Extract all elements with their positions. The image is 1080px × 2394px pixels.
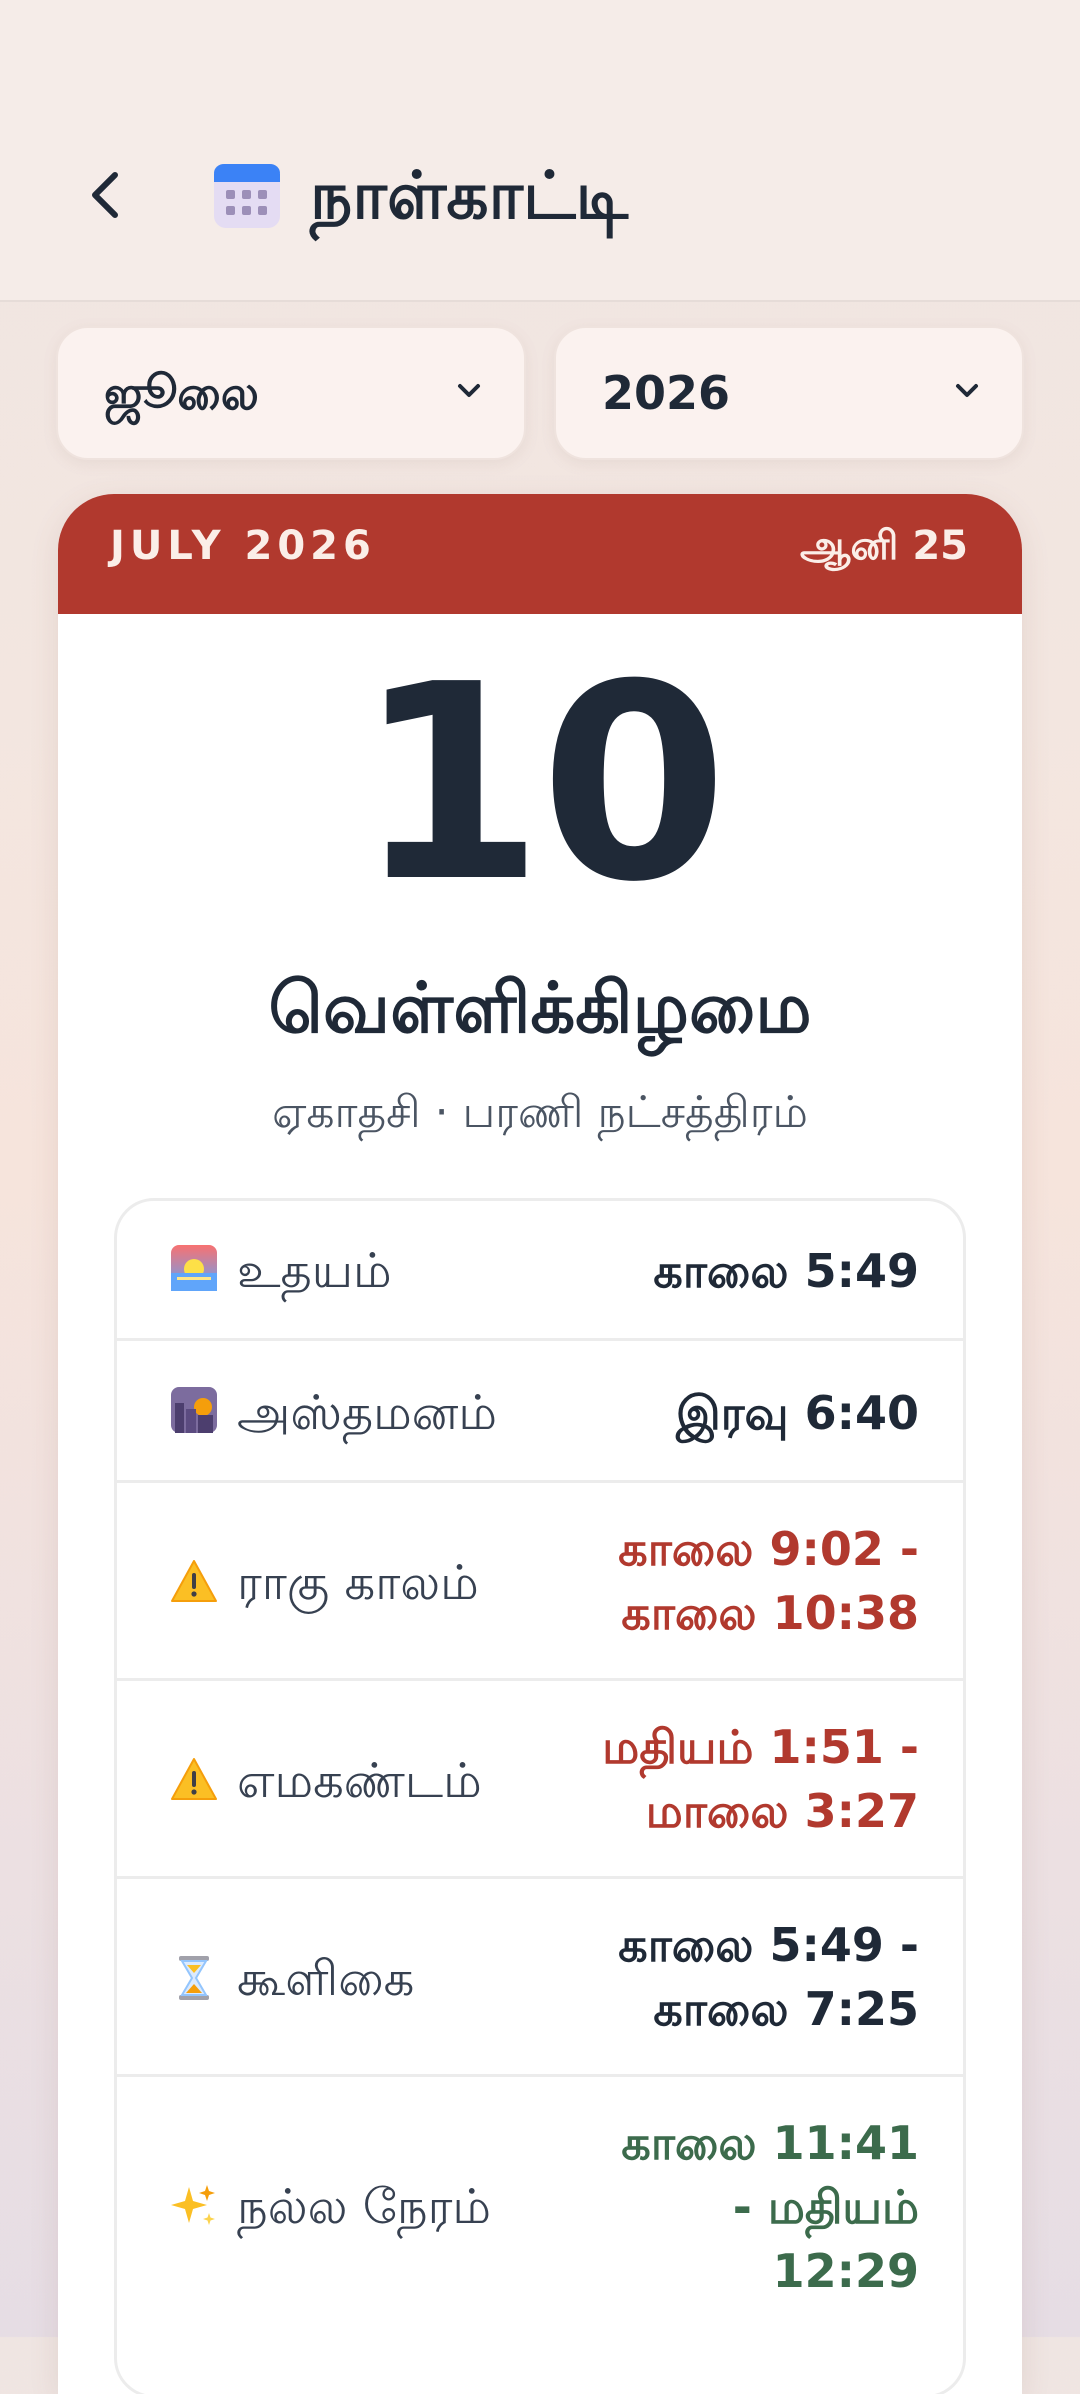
timing-row-kuligai: கூளிகை காலை 5:49 - காலை 7:25 <box>117 1879 963 2077</box>
back-button[interactable] <box>70 160 140 230</box>
month-select[interactable]: ஜூலை <box>56 326 526 460</box>
day-card: JULY 2026 ஆனி 25 10 வெள்ளிக்கிழமை ஏகாதசி… <box>58 494 1022 2394</box>
sunset-icon <box>171 1387 217 1433</box>
timing-label: எமகண்டம் <box>237 1753 482 1809</box>
chevron-down-icon <box>956 384 978 397</box>
tamil-date-label: ஆனி 25 <box>799 523 968 569</box>
warning-icon <box>171 1758 217 1800</box>
timings-table: உதயம் காலை 5:49 அஸ்தமனம் இரவு 6:40 ராகு … <box>114 1198 966 2394</box>
sunrise-icon <box>171 1245 217 1291</box>
day-number: 10 <box>356 626 728 941</box>
timing-value: காலை 9:02 - காலை 10:38 <box>618 1522 919 1640</box>
timing-value: இரவு 6:40 <box>676 1386 919 1440</box>
timing-label: கூளிகை <box>237 1951 415 2007</box>
warning-icon <box>171 1560 217 1602</box>
year-select[interactable]: 2026 <box>554 326 1024 460</box>
timing-value: காலை 5:49 <box>653 1244 919 1298</box>
timing-row-rahu-kalam: ராகு காலம் காலை 9:02 - காலை 10:38 <box>117 1483 963 1681</box>
timing-label: உதயம் <box>237 1243 392 1299</box>
timing-row-nalla-neram: நல்ல நேரம் காலை 11:41 - மதியம் 12:29 <box>117 2077 963 2337</box>
app-header: நாள்காட்டி <box>0 0 1080 302</box>
calendar-icon <box>212 160 282 230</box>
timing-row-sunset: அஸ்தமனம் இரவு 6:40 <box>117 1341 963 1483</box>
timing-value: மதியம் 1:51 - மாலை 3:27 <box>602 1720 919 1838</box>
weekday-label: வெள்ளிக்கிழமை <box>268 967 812 1049</box>
timing-value: காலை 5:49 - காலை 7:25 <box>618 1918 919 2036</box>
tithi-nakshatra-label: ஏகாதசி · பரணி நட்சத்திரம் <box>272 1087 808 1138</box>
card-header: JULY 2026 ஆனி 25 <box>58 494 1022 614</box>
chevron-down-icon <box>458 384 480 397</box>
month-select-value: ஜூலை <box>104 366 259 420</box>
timing-label: நல்ல நேரம் <box>237 2179 492 2235</box>
hourglass-icon <box>179 1956 209 2000</box>
timing-label: ராகு காலம் <box>237 1555 479 1611</box>
page-title: நாள்காட்டி <box>310 157 629 234</box>
timing-label: அஸ்தமனம் <box>237 1385 497 1441</box>
sparkles-icon <box>171 2185 215 2225</box>
timing-value: காலை 11:41 - மதியம் 12:29 <box>621 2116 919 2298</box>
timing-row-sunrise: உதயம் காலை 5:49 <box>117 1201 963 1341</box>
year-select-value: 2026 <box>602 366 731 420</box>
timing-row-yamagandam: எமகண்டம் மதியம் 1:51 - மாலை 3:27 <box>117 1681 963 1879</box>
chevron-left-icon <box>92 172 118 218</box>
english-month-label: JULY 2026 <box>110 523 376 569</box>
